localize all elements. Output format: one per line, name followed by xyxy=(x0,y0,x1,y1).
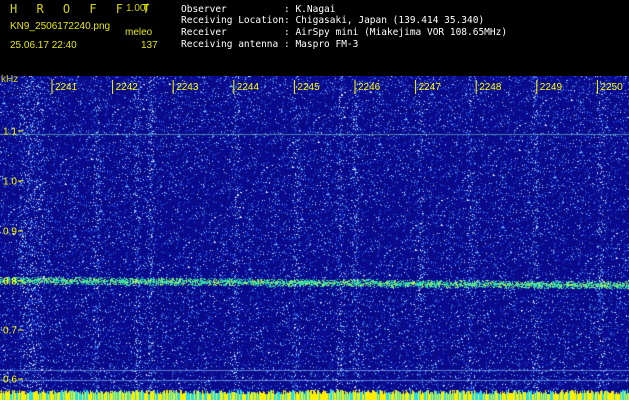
axis-overlay: 1.1 1.0 0.9 0.8 0.7 0.6 2241 2242 2243 2244 2245 22… xyxy=(3,80,623,386)
waterfall-spectrogram: 1.1 1.0 0.9 0.8 0.7 0.6 2241 2242 2243 2244 2245 22… xyxy=(0,76,629,400)
timestamp: 25.06.17 22:40 xyxy=(10,40,77,51)
x-tick-label: 2246 xyxy=(358,82,381,93)
unit-label: kHz xyxy=(1,74,19,85)
y-tick-label: 1.1 xyxy=(3,127,17,138)
antenna-label: Receiving antenna xyxy=(181,39,279,50)
x-tick-label: 2243 xyxy=(176,82,199,93)
x-tick-label: 2242 xyxy=(116,82,139,93)
y-tick-label: 0.9 xyxy=(3,227,17,238)
app-version: 1.00f xyxy=(126,3,149,14)
y-tick-label: 0.7 xyxy=(3,326,17,337)
x-tick-label: 2249 xyxy=(540,82,563,93)
x-tick-label: 2241 xyxy=(55,82,78,93)
file-name: KN9_2506172240.png xyxy=(10,21,111,32)
header-panel: H R O F F T 1.00f KN9_2506172240.png mel… xyxy=(0,0,629,76)
meleo-label: meleo xyxy=(125,27,153,38)
x-tick-label: 2244 xyxy=(237,82,260,93)
y-tick-label: 1.0 xyxy=(3,177,17,188)
location-value: : Chigasaki, Japan (139.414 35.340) xyxy=(284,15,485,26)
observer-label: Observer xyxy=(181,4,227,15)
x-tick-label: 2245 xyxy=(297,82,320,93)
y-tick-label: 0.6 xyxy=(3,375,17,386)
receiver-label: Receiver xyxy=(181,27,227,38)
receiver-value: : AirSpy mini (Miakejima VOR 108.65MHz) xyxy=(284,27,508,38)
x-tick-label: 2247 xyxy=(419,82,442,93)
y-tick-label: 0.8 xyxy=(3,277,17,288)
x-tick-label: 2250 xyxy=(600,82,623,93)
antenna-value: : Maspro FM-3 xyxy=(284,39,359,50)
meteor-count: 137 xyxy=(141,40,158,51)
location-label: Receiving Location xyxy=(181,15,284,26)
observer-value: : K.Nagai xyxy=(284,4,336,15)
x-tick-label: 2248 xyxy=(479,82,502,93)
